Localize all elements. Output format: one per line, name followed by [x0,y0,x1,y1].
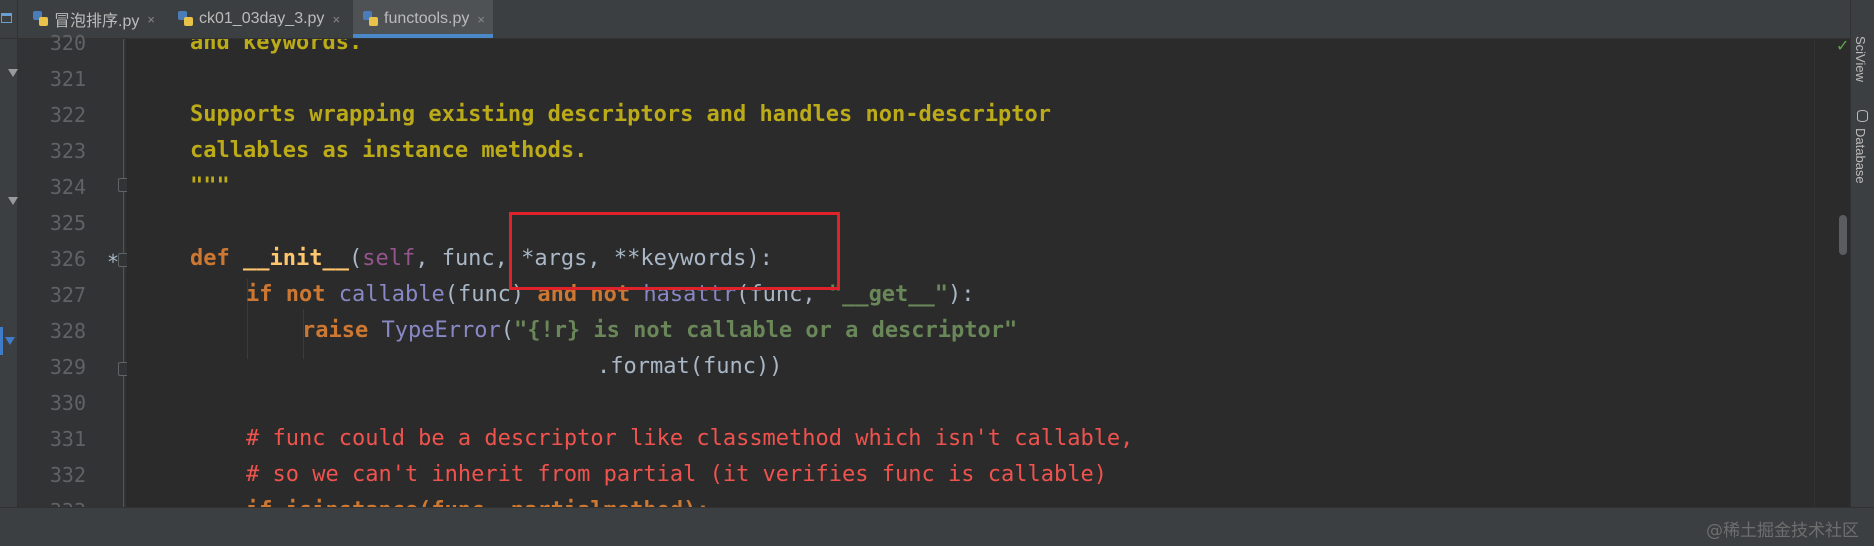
watermark: @稀土掘金技术社区 [1706,521,1859,541]
code-line-332: # so we can't inherit from partial (it v… [246,457,1107,493]
code-line-323: callables as instance methods. [190,133,587,169]
left-tool-strip [0,39,18,507]
right-tool-window-bar: SciView Database [1850,0,1874,507]
database-tab[interactable]: Database [1853,128,1868,184]
bookmark-marker-icon[interactable] [5,337,15,345]
error-stripe[interactable] [1814,39,1829,507]
line-number: 331 [49,427,86,451]
line-number: 330 [49,391,86,415]
line-number: 327 [49,283,86,307]
comment: # func could be a descriptor like classm… [246,426,1134,451]
line-number: 322 [49,103,86,127]
line-number: 325 [49,211,86,235]
sciview-tab[interactable]: SciView [1853,36,1868,82]
code-editor[interactable]: and keywords. Supports wrapping existing… [127,39,1814,507]
builtin: TypeError [381,318,501,343]
docstring-text: and keywords. [190,39,363,55]
fold-marker-icon[interactable] [8,197,18,205]
code-text: if isinstance(func, partialmethod): [246,498,710,507]
close-tab-icon[interactable]: × [147,12,155,27]
line-number: 332 [49,463,86,487]
line-number: 329 [49,355,86,379]
code-line-329: .format(func)) [597,349,782,385]
code-line-328: raise TypeError("{!r} is not callable or… [302,313,1017,349]
caret-marker [0,327,3,355]
comment: # so we can't inherit from partial (it v… [246,462,1107,487]
scrollbar-thumb[interactable] [1839,215,1847,255]
docstring-text: Supports wrapping existing descriptors a… [190,102,1051,127]
code-line-331: # func could be a descriptor like classm… [246,421,1133,457]
code-line-333: if isinstance(func, partialmethod): [246,493,710,507]
python-file-icon [178,11,194,27]
fold-guide [123,39,124,507]
project-toggle[interactable] [0,0,18,38]
tab-functools[interactable]: functools.py × [353,0,493,38]
code-text: .format(func)) [597,354,783,379]
line-number: 324 [49,175,86,199]
line-number-gutter[interactable]: 320 321 322 323 324 325 326 327 328 329 … [18,31,126,523]
window-icon [1,13,12,23]
code-line-322: Supports wrapping existing descriptors a… [190,97,1051,133]
code-line-324: """ [190,169,230,205]
check-icon[interactable]: ✓ [1836,36,1849,55]
keyword: raise [302,318,369,343]
line-number: 320 [49,31,86,55]
code-text: ( [500,318,514,343]
builtin: callable [338,282,445,307]
line-number: 328 [49,319,86,343]
code-line-320: and keywords. [190,39,362,61]
self-param: self [362,246,416,271]
editor-tab-bar: 冒泡排序.py × ck01_03day_3.py × functools.py… [0,0,1874,39]
database-icon [1857,110,1868,122]
status-bar: @稀土掘金技术社区 [0,507,1874,546]
python-file-icon [363,11,379,27]
tab-label: ck01_03day_3.py [199,10,325,27]
function-name: __init__ [243,246,349,271]
code-text: ): [948,282,975,307]
line-number: 323 [49,139,86,163]
close-tab-icon[interactable]: × [332,12,340,27]
string-literal: "__get__" [828,282,949,307]
tab-ck01-03day-3[interactable]: ck01_03day_3.py × [178,0,340,38]
close-tab-icon[interactable]: × [477,12,485,27]
string-literal: "{!r} is not callable or a descriptor" [513,318,1018,343]
line-number: 321 [49,67,86,91]
keyword: if not [246,282,326,307]
fold-marker-icon[interactable] [8,69,18,77]
tab-label: functools.py [384,10,470,27]
docstring-text: callables as instance methods. [190,138,588,163]
keyword: def [190,246,230,271]
docstring-text: """ [190,174,230,199]
line-number: 326 [49,247,86,271]
annotation-highlight-box [509,212,840,290]
code-text: ( [348,246,363,271]
